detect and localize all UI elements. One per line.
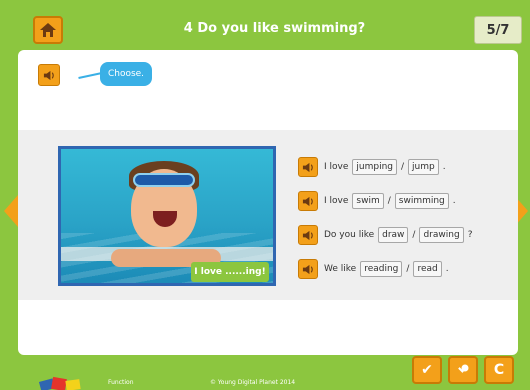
sentence-row: We like reading / read . <box>298 252 513 286</box>
sentence-audio-button[interactable] <box>298 259 318 279</box>
sentence-text: Do you like draw / drawing ? <box>324 227 472 243</box>
speaker-icon <box>43 70 54 80</box>
swimming-boy-photo: I love ......ing! <box>58 146 276 286</box>
key-icon <box>458 364 469 373</box>
option-separator: / <box>401 162 405 172</box>
footer-copyright: © Young Digital Planet 2014 <box>210 379 296 386</box>
speaker-icon <box>302 264 313 274</box>
sentence-audio-button[interactable] <box>298 225 318 245</box>
sentence-row: I love swim / swimming . <box>298 184 513 218</box>
sentence-row: Do you like draw / drawing ? <box>298 218 513 252</box>
header: 4 Do you like swimming? 5/7 <box>27 12 522 48</box>
footer-function-label: Function <box>108 379 134 386</box>
option-a[interactable]: draw <box>378 227 409 243</box>
option-separator: / <box>406 264 410 274</box>
sentence-audio-button[interactable] <box>298 191 318 211</box>
option-separator: / <box>387 196 391 206</box>
sentence-suffix: . <box>442 162 446 172</box>
sentence-text: We like reading / read . <box>324 261 449 277</box>
sentence-prefix: I love <box>324 196 349 206</box>
sentence-list: I love jumping / jump . I love swim / sw… <box>298 150 513 286</box>
previous-page-arrow-icon[interactable] <box>4 195 18 227</box>
option-a[interactable]: reading <box>360 261 403 277</box>
app-frame: 4 Do you like swimming? 5/7 Choose. I lo… <box>0 0 530 390</box>
sentence-prefix: Do you like <box>324 230 375 240</box>
page-indicator: 5/7 <box>474 16 522 44</box>
reset-icon: C <box>493 362 505 378</box>
option-b[interactable]: drawing <box>419 227 464 243</box>
option-b[interactable]: jump <box>408 159 439 175</box>
sentence-audio-button[interactable] <box>298 157 318 177</box>
option-b[interactable]: read <box>413 261 442 277</box>
instruction-bubble: Choose. <box>100 62 152 86</box>
footer: Function © Young Digital Planet 2014 <box>0 376 400 390</box>
reset-button[interactable]: C <box>484 356 514 384</box>
option-a[interactable]: jumping <box>352 159 397 175</box>
option-b[interactable]: swimming <box>394 193 449 209</box>
photo-caption: I love ......ing! <box>191 262 269 282</box>
sentence-row: I love jumping / jump . <box>298 150 513 184</box>
sentence-suffix: . <box>445 264 449 274</box>
sentence-text: I love swim / swimming . <box>324 193 456 209</box>
home-button[interactable] <box>33 16 63 44</box>
page-title: 4 Do you like swimming? <box>183 21 366 36</box>
publisher-logo <box>38 376 88 390</box>
speaker-icon <box>302 230 313 240</box>
sentence-suffix: . <box>452 196 456 206</box>
sentence-prefix: We like <box>324 264 357 274</box>
check-button[interactable]: ✔ <box>412 356 442 384</box>
bottom-controls: ✔ C <box>412 356 514 384</box>
content-panel: Choose. I love ......ing! I love jumping… <box>18 50 518 355</box>
checkmark-icon: ✔ <box>421 362 433 378</box>
option-a[interactable]: swim <box>352 193 384 209</box>
speaker-icon <box>302 162 313 172</box>
option-separator: / <box>412 230 416 240</box>
instruction-audio-button[interactable] <box>38 64 60 86</box>
bubble-pointer <box>78 72 103 79</box>
hint-button[interactable] <box>448 356 478 384</box>
speaker-icon <box>302 196 313 206</box>
home-icon <box>40 23 56 37</box>
sentence-text: I love jumping / jump . <box>324 159 446 175</box>
sentence-prefix: I love <box>324 162 349 172</box>
sentence-suffix: ? <box>467 230 473 240</box>
